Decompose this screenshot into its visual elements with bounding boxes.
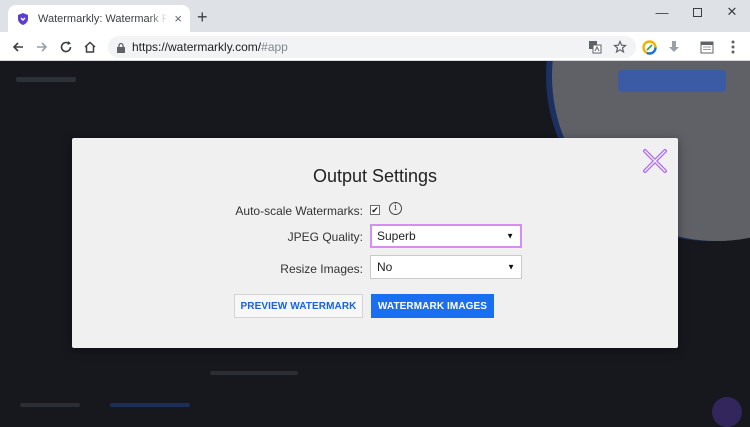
watermark-images-button[interactable]: WATERMARK IMAGES xyxy=(371,294,494,318)
background-chat-bubble xyxy=(712,397,742,427)
close-x-icon[interactable] xyxy=(642,148,668,174)
download-button[interactable] xyxy=(666,39,682,55)
browser-menu-button[interactable] xyxy=(725,39,741,55)
translate-button[interactable] xyxy=(587,39,603,55)
background-button xyxy=(618,70,726,92)
browser-tab[interactable]: Watermarkly: Watermark Photos × xyxy=(8,5,190,32)
resize-images-select[interactable]: No ▼ xyxy=(370,255,522,279)
url-text: https://watermarkly.com/#app xyxy=(132,40,288,54)
window-close-button[interactable]: ✕ xyxy=(712,0,750,24)
resize-images-label: Resize Images: xyxy=(280,262,363,276)
reload-button[interactable] xyxy=(56,37,76,57)
window-minimize-button[interactable]: — xyxy=(642,0,682,24)
info-icon[interactable]: i xyxy=(389,202,402,215)
new-tab-button[interactable]: + xyxy=(197,8,208,26)
chevron-down-icon: ▼ xyxy=(506,231,514,241)
menu-kebab-icon xyxy=(731,40,735,54)
window-maximize-button[interactable] xyxy=(677,0,717,24)
back-button[interactable] xyxy=(8,37,28,57)
maximize-icon xyxy=(692,7,702,17)
browser-toolbar: https://watermarkly.com/#app xyxy=(0,32,750,61)
background-line xyxy=(20,403,80,407)
browser-titlebar: Watermarkly: Watermark Photos × + — ✕ xyxy=(0,0,750,32)
back-arrow-icon xyxy=(12,42,23,52)
extension-icon xyxy=(641,39,657,55)
calendar-icon xyxy=(700,41,714,54)
output-settings-dialog: Output Settings Auto-scale Watermarks: ✔… xyxy=(72,138,678,348)
lock-icon xyxy=(117,42,125,53)
shield-favicon-icon xyxy=(18,12,28,25)
star-icon xyxy=(613,40,627,54)
auto-scale-label: Auto-scale Watermarks: xyxy=(235,204,363,218)
home-icon xyxy=(84,41,96,53)
address-bar[interactable]: https://watermarkly.com/#app xyxy=(108,36,636,58)
home-button[interactable] xyxy=(80,37,100,57)
forward-arrow-icon xyxy=(37,42,48,52)
extension-button[interactable] xyxy=(641,39,657,55)
jpeg-quality-label: JPEG Quality: xyxy=(287,230,363,244)
jpeg-quality-value: Superb xyxy=(377,229,416,243)
resize-images-value: No xyxy=(377,260,393,274)
download-icon xyxy=(669,41,679,52)
url-host: https://watermarkly.com/ xyxy=(132,40,262,54)
chevron-down-icon: ▼ xyxy=(507,262,515,272)
bookmark-button[interactable] xyxy=(612,39,628,55)
auto-scale-checkbox[interactable]: ✔ xyxy=(370,205,380,215)
background-logo xyxy=(16,77,76,82)
preview-watermark-button[interactable]: PREVIEW WATERMARK xyxy=(234,294,363,318)
dialog-title: Output Settings xyxy=(312,166,438,186)
reload-icon xyxy=(60,41,72,53)
checkmark-icon: ✔ xyxy=(371,204,379,215)
calendar-extension-button[interactable] xyxy=(699,39,715,55)
translate-icon xyxy=(589,41,602,54)
background-line xyxy=(210,371,298,375)
tab-close-icon[interactable]: × xyxy=(174,12,182,25)
url-path: #app xyxy=(261,40,288,54)
background-line xyxy=(110,403,190,407)
tab-title: Watermarkly: Watermark Photos xyxy=(38,12,169,25)
jpeg-quality-select[interactable]: Superb ▼ xyxy=(370,224,522,248)
forward-button[interactable] xyxy=(32,37,52,57)
